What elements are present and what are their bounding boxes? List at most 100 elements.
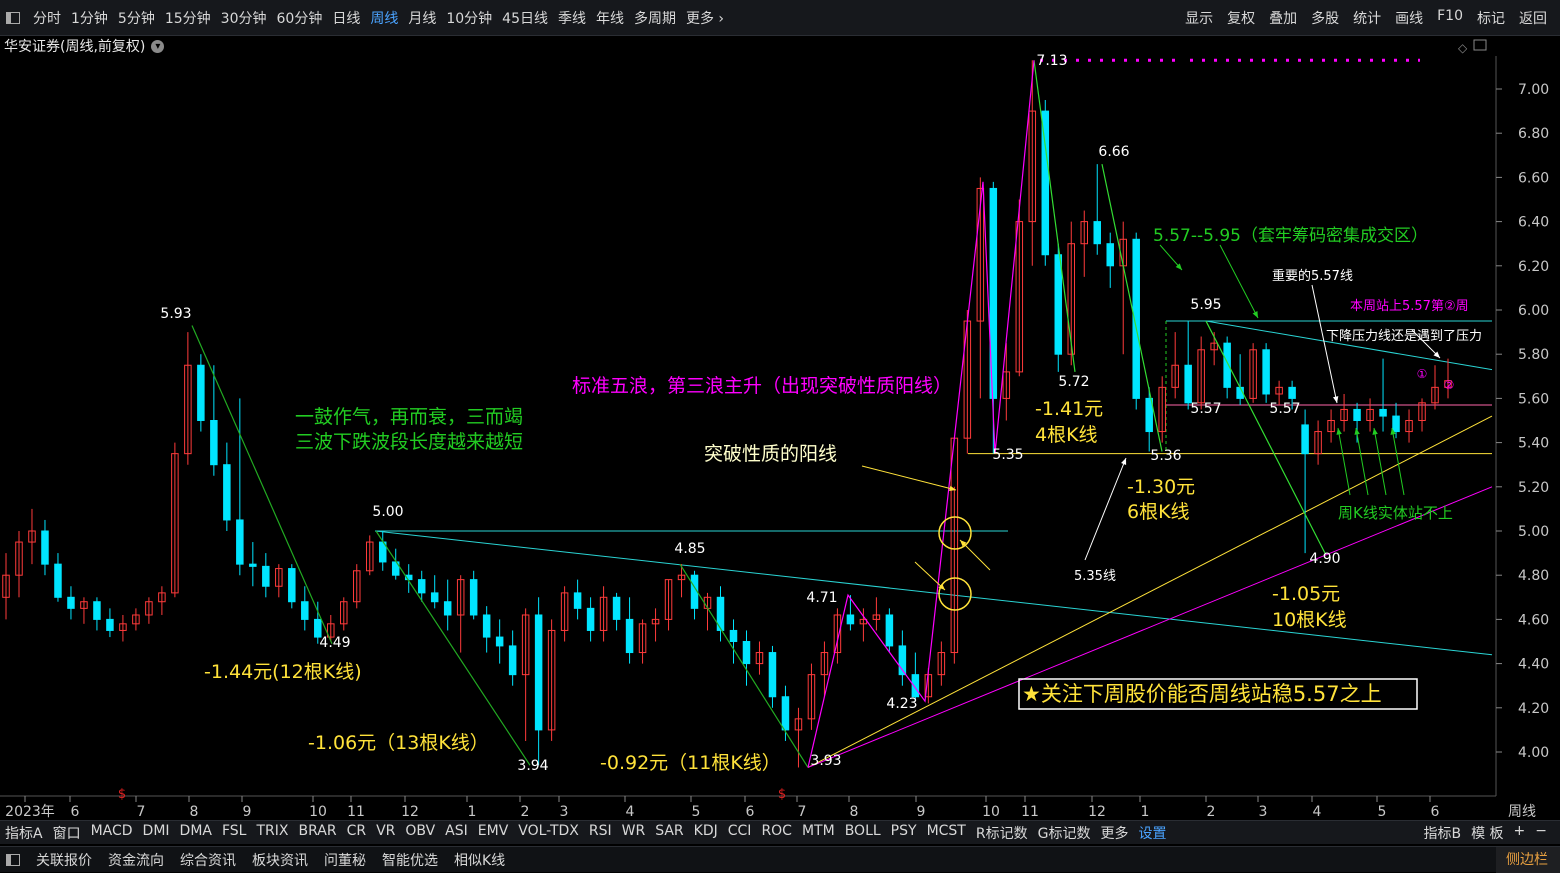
- indicator-tab[interactable]: DMI: [138, 823, 175, 843]
- arrow-entity: [1337, 427, 1351, 496]
- indicator-tab[interactable]: 窗口: [48, 823, 86, 843]
- chart-annotation: -1.30元: [1127, 476, 1195, 498]
- indicator-tab[interactable]: 指标A: [0, 823, 48, 843]
- period-tab[interactable]: 30分钟: [216, 8, 272, 28]
- indicator-right-button[interactable]: 模 板: [1466, 823, 1508, 843]
- candle-down: [625, 618, 634, 654]
- indicator-tab[interactable]: ASI: [440, 823, 473, 843]
- indicator-tab[interactable]: VOL-TDX: [513, 823, 584, 843]
- price-tick-label: 5.00: [1518, 524, 1549, 540]
- period-tab[interactable]: 更多 ›: [681, 8, 729, 28]
- indicator-right-button[interactable]: −: [1530, 823, 1552, 843]
- period-tab[interactable]: 日线: [327, 8, 365, 28]
- indicator-tab[interactable]: TRIX: [251, 823, 293, 843]
- panel-toggle-icon[interactable]: [6, 11, 20, 24]
- bottom-tab[interactable]: 问董秘: [316, 850, 374, 870]
- period-tab[interactable]: 多周期: [629, 8, 681, 28]
- indicator-tab[interactable]: DMA: [175, 823, 217, 843]
- chart-annotation: 10根K线: [1272, 609, 1347, 631]
- indicator-right-button[interactable]: +: [1509, 823, 1531, 843]
- toolbar-button[interactable]: 标记: [1470, 8, 1512, 28]
- indicator-tab[interactable]: G标记数: [1033, 823, 1096, 843]
- toolbar-button[interactable]: 多股: [1304, 8, 1346, 28]
- indicator-tab[interactable]: 设置: [1133, 823, 1171, 843]
- arrow-5-57: [1311, 284, 1338, 404]
- candle-down: [1301, 424, 1309, 455]
- time-tick-label: 6: [1431, 804, 1440, 820]
- indicator-tab[interactable]: FSL: [217, 823, 252, 843]
- time-tick-label: 8: [850, 804, 859, 820]
- indicator-tab[interactable]: BRAR: [293, 823, 341, 843]
- candle-down: [742, 641, 751, 665]
- bottom-tabs: 关联报价 资金流向 综合资讯 板块资讯 问董秘 智能优选 相似K线: [28, 850, 513, 870]
- indicator-tab[interactable]: PSY: [886, 823, 922, 843]
- candle-down: [197, 364, 205, 421]
- period-tab[interactable]: 1分钟: [66, 8, 113, 28]
- bottom-tab[interactable]: 综合资讯: [172, 850, 244, 870]
- period-tab[interactable]: 周线: [365, 8, 403, 28]
- indicator-tab[interactable]: WR: [617, 823, 651, 843]
- period-tab[interactable]: 10分钟: [441, 8, 497, 28]
- arrow-5-57-head: [1332, 396, 1339, 403]
- period-tab[interactable]: 月线: [403, 8, 441, 28]
- toolbar-button[interactable]: 叠加: [1262, 8, 1304, 28]
- down-leg-3: [679, 563, 809, 768]
- chart-annotation: -1.05元: [1272, 583, 1340, 605]
- period-tab[interactable]: 分时: [28, 8, 66, 28]
- toolbar-button[interactable]: 显示: [1178, 8, 1220, 28]
- candle-down: [495, 636, 504, 647]
- toolbar-button[interactable]: 返回: [1512, 8, 1554, 28]
- bottom-tab[interactable]: 资金流向: [100, 850, 172, 870]
- period-tab[interactable]: 60分钟: [272, 8, 328, 28]
- period-tab[interactable]: 5分钟: [113, 8, 160, 28]
- period-label: 周线: [1508, 804, 1536, 820]
- price-tick-label: 4.60: [1518, 612, 1549, 628]
- indicator-tab[interactable]: CCI: [723, 823, 757, 843]
- period-tab[interactable]: 季线: [553, 8, 591, 28]
- price-point-label: 5.35: [992, 447, 1023, 463]
- indicator-tab[interactable]: R标记数: [971, 823, 1033, 843]
- period-tab[interactable]: 年线: [591, 8, 629, 28]
- bottom-tab[interactable]: 相似K线: [446, 850, 513, 870]
- chart-annotation: 一鼓作气，再而衰，三而竭: [295, 406, 523, 428]
- indicator-tab[interactable]: BOLL: [840, 823, 886, 843]
- indicator-tab[interactable]: OBV: [400, 823, 440, 843]
- bottom-tab[interactable]: 关联报价: [28, 850, 100, 870]
- panel-toggle-icon-bottom[interactable]: [6, 853, 20, 866]
- indicator-tab[interactable]: ROC: [756, 823, 797, 843]
- kline-chart[interactable]: 7.00 6.80 6.60 6.40 6.20 6.00 5.80 5.60 5.40 5.20…: [0, 36, 1560, 820]
- bottom-tab[interactable]: 智能优选: [374, 850, 446, 870]
- price-point-label: 4.71: [806, 590, 837, 606]
- indicator-tab[interactable]: MTM: [797, 823, 840, 843]
- indicator-tab[interactable]: MACD: [86, 823, 138, 843]
- toolbar-button[interactable]: 画线: [1388, 8, 1430, 28]
- candle-down: [781, 696, 790, 731]
- indicator-tab[interactable]: CR: [342, 823, 372, 843]
- candle-down: [106, 618, 114, 631]
- indicator-tab[interactable]: 更多: [1095, 823, 1133, 843]
- indicator-tab[interactable]: MCST: [922, 823, 971, 843]
- toolbar-button[interactable]: 复权: [1220, 8, 1262, 28]
- price-tick-label: 4.20: [1518, 701, 1549, 717]
- toolbar-button[interactable]: 统计: [1346, 8, 1388, 28]
- candle-down: [1353, 408, 1361, 422]
- candle-down: [1379, 408, 1387, 417]
- toolbar-button[interactable]: F10: [1430, 8, 1470, 28]
- indicator-tab[interactable]: SAR: [650, 823, 688, 843]
- indicator-tab[interactable]: RSI: [584, 823, 617, 843]
- indicator-right: 指标B 模 板 + −: [1418, 823, 1560, 843]
- period-tab[interactable]: 15分钟: [160, 8, 216, 28]
- indicator-right-button[interactable]: 指标B: [1418, 823, 1466, 843]
- indicator-tab[interactable]: KDJ: [689, 823, 723, 843]
- side-panel-button[interactable]: 侧边栏: [1496, 846, 1560, 873]
- dividend-marker: $: [118, 787, 126, 802]
- indicator-tab[interactable]: VR: [371, 823, 400, 843]
- indicator-tab[interactable]: EMV: [473, 823, 514, 843]
- diamond-icon: ◇: [1458, 41, 1468, 55]
- price-point-label: 4.90: [1309, 551, 1340, 567]
- chart-annotation: -1.06元（13根K线）: [308, 732, 489, 754]
- period-tab[interactable]: 45日线: [497, 8, 553, 28]
- bottom-tab[interactable]: 板块资讯: [244, 850, 316, 870]
- time-tick-label: 5: [1378, 804, 1387, 820]
- price-tick-label: 6.80: [1518, 126, 1549, 142]
